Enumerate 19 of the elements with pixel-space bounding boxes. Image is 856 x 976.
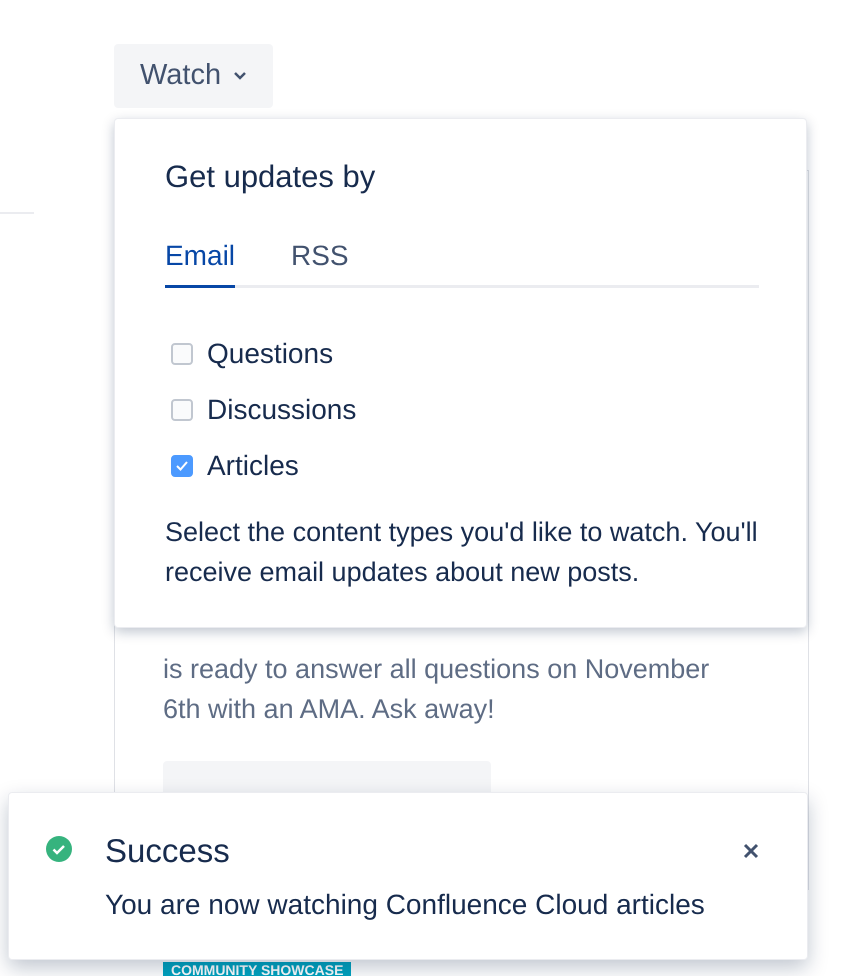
- checkbox[interactable]: [171, 343, 193, 365]
- checkbox[interactable]: [171, 455, 193, 477]
- help-text: Select the content types you'd like to watch. You'll receive email updates about new posts.: [165, 516, 759, 589]
- toast-message: You are now watching Confluence Cloud articles: [105, 889, 706, 921]
- check-icon: [176, 461, 188, 471]
- checkbox-label: Articles: [207, 449, 299, 483]
- check-circle-icon: [45, 835, 73, 863]
- tab[interactable]: RSS: [291, 235, 349, 288]
- tab[interactable]: Email: [165, 235, 236, 288]
- watch-button[interactable]: Watch: [114, 44, 274, 108]
- card-description: is ready to answer all questions on November 6th with an AMA. Ask away!: [163, 653, 710, 726]
- close-icon: [743, 843, 759, 859]
- toast-title: Success: [105, 833, 231, 869]
- checkbox-label: Questions: [207, 337, 334, 371]
- checkbox-label: Discussions: [207, 393, 356, 427]
- category-tag: COMMUNITY SHOWCASE: [163, 962, 352, 976]
- dropdown-title: Get updates by: [165, 159, 376, 195]
- checkbox[interactable]: [171, 399, 193, 421]
- chevron-down-icon: [233, 71, 248, 81]
